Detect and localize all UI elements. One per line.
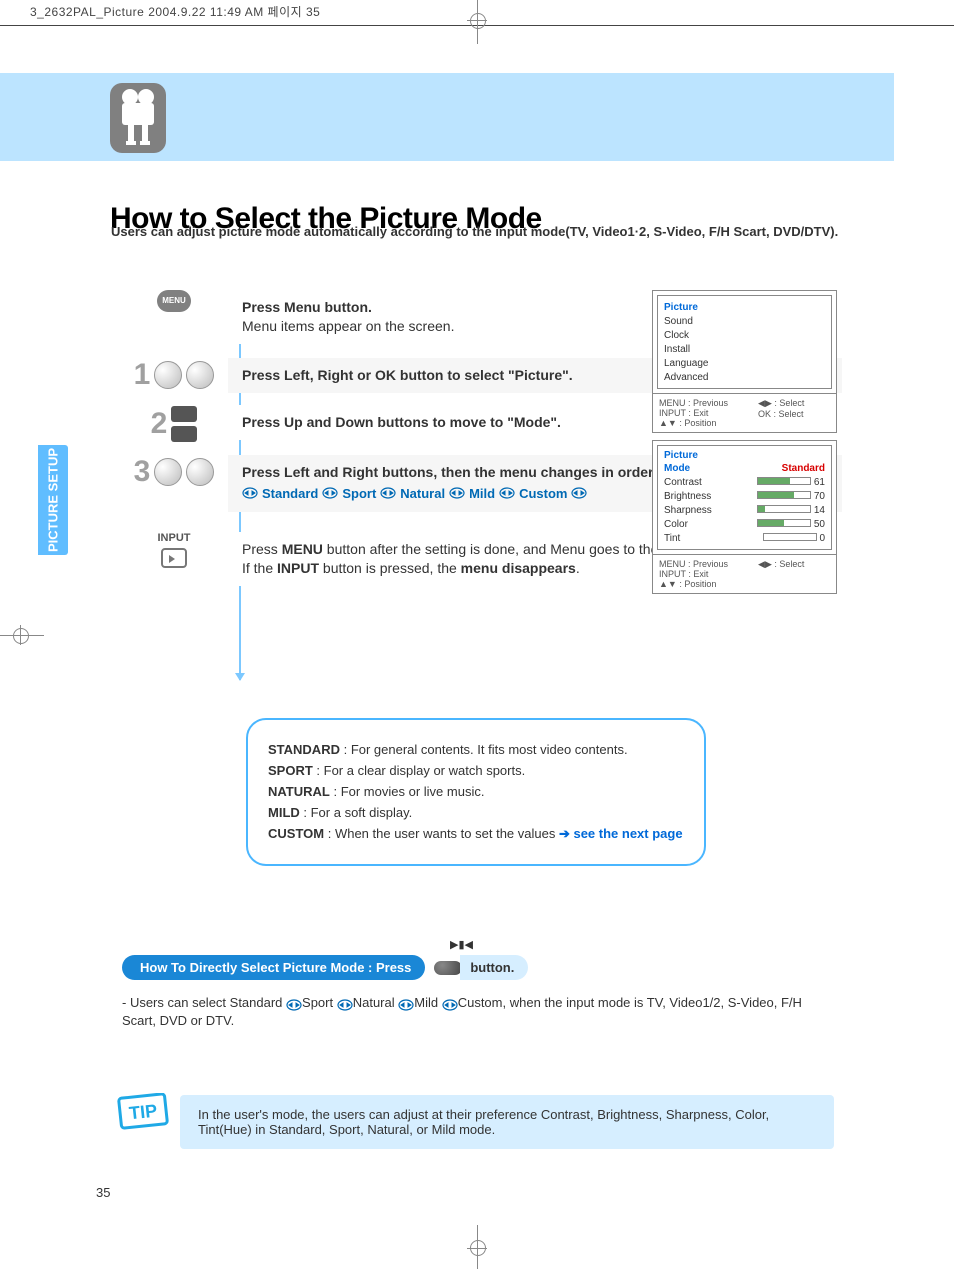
crop-mark-bottom [477, 1225, 478, 1269]
mode-option: MILD : For a soft display. [268, 805, 684, 820]
mode-descriptions-box: STANDARD : For general contents. It fits… [246, 718, 706, 866]
osd2-row: Tint 0 [664, 531, 825, 545]
osd1-foot-input: INPUT : Exit [659, 408, 728, 418]
remote-left-button-icon [154, 361, 182, 389]
direct-select-strip: ▶▮◀ How To Directly Select Picture Mode … [122, 955, 834, 1030]
page-subtitle: Users can adjust picture mode automatica… [111, 224, 838, 239]
osd2-foot-menu: MENU : Previous [659, 559, 728, 569]
svg-text:TIP: TIP [128, 1101, 158, 1124]
osd2-row: Brightness 70 [664, 489, 825, 503]
remote-input-button-icon [161, 548, 187, 568]
osd2-row: ModeStandard [664, 461, 825, 475]
osd1-item: Language [664, 356, 825, 370]
osd1-item: Clock [664, 328, 825, 342]
osd2-row: Contrast 61 [664, 475, 825, 489]
mode-option: STANDARD : For general contents. It fits… [268, 742, 684, 757]
mode-option: SPORT : For a clear display or watch spo… [268, 763, 684, 778]
mode-seq-item: Mild [469, 486, 495, 501]
osd2-row: Color 50 [664, 517, 825, 531]
osd1-foot-pos: ▲▼ : Position [659, 418, 728, 428]
manual-page: 3_2632PAL_Picture 2004.9.22 11:49 AM 페이지… [0, 0, 954, 1269]
mode-seq-item: Custom [519, 486, 567, 501]
section-picture-icon [110, 83, 166, 153]
osd1-foot-ok: OK : Select [758, 409, 804, 419]
remote-down-button-icon [171, 426, 197, 442]
crop-mark-left [0, 635, 44, 636]
step-3-number: 3 [134, 455, 151, 489]
direct-select-button-icon [434, 961, 462, 975]
direct-select-tail: button. [460, 955, 528, 980]
remote-up-button-icon [171, 406, 197, 422]
osd1-item: Advanced [664, 370, 825, 384]
mode-seq-item: Standard [262, 486, 318, 501]
osd2-foot-lr: ◀▶ : Select [758, 559, 804, 570]
remote-input-label: INPUT [158, 532, 191, 544]
osd2-foot-pos: ▲▼ : Position [659, 579, 728, 589]
tip-text: In the user's mode, the users can adjust… [180, 1095, 834, 1149]
osd1-item: Install [664, 342, 825, 356]
osd-main-menu: PictureSoundClockInstallLanguageAdvanced… [652, 290, 837, 433]
osd1-foot-lr: ◀▶ : Select [758, 398, 804, 409]
remote-left-button-icon-2 [154, 458, 182, 486]
mode-seq-item: Sport [342, 486, 376, 501]
mode-sequence: Standard Sport Natural Mild Custom [242, 486, 587, 501]
osd1-item: Picture [664, 300, 825, 314]
osd1-foot-menu: MENU : Previous [659, 398, 728, 408]
mode-seq-item: Natural [400, 486, 445, 501]
direct-select-label: How To Directly Select Picture Mode : Pr… [122, 955, 425, 980]
remote-right-button-icon [186, 361, 214, 389]
osd1-item: Sound [664, 314, 825, 328]
osd2-row: Sharpness 14 [664, 503, 825, 517]
step-1-number: 1 [134, 358, 151, 392]
side-tab-picture-setup: PICTURE SETUP [38, 445, 68, 555]
osd2-title: Picture [664, 450, 825, 461]
step-2-number: 2 [151, 407, 168, 441]
mode-option: NATURAL : For movies or live music. [268, 784, 684, 799]
osd2-foot-input: INPUT : Exit [659, 569, 728, 579]
tip-badge-icon: TIP [116, 1093, 176, 1137]
see-next-page-link: ➔ see the next page [559, 826, 683, 841]
remote-right-button-icon-2 [186, 458, 214, 486]
remote-menu-button-icon: MENU [157, 290, 191, 312]
picture-mode-remote-glyph: ▶▮◀ [450, 938, 473, 951]
direct-select-note: - Users can select Standard Sport Natura… [122, 994, 834, 1030]
page-number: 35 [96, 1185, 110, 1200]
mode-option: CUSTOM : When the user wants to set the … [268, 826, 684, 842]
crop-mark-top [477, 0, 478, 44]
osd-picture-menu: Picture ModeStandardContrast 61Brightnes… [652, 440, 837, 594]
tip-box: TIP In the user's mode, the users can ad… [120, 1095, 834, 1149]
